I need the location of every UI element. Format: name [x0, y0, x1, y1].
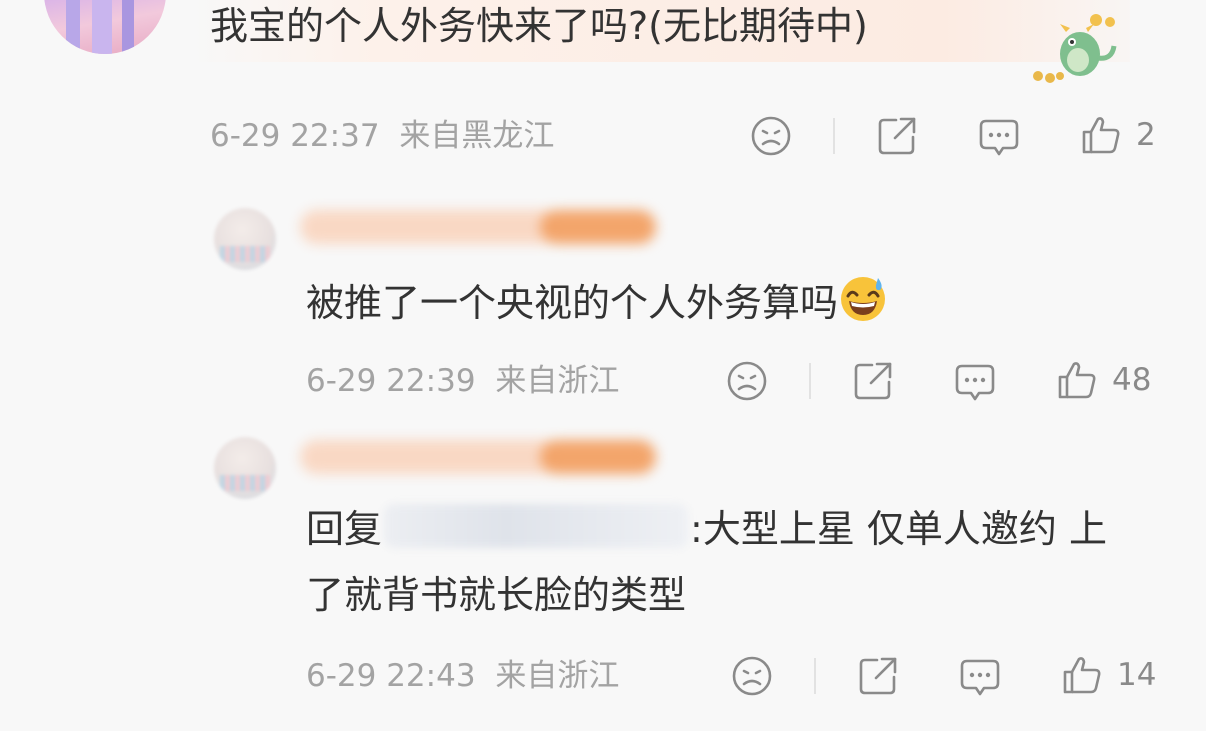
reply-content: :大型上星 仅单人邀约 上 — [690, 507, 1107, 551]
share-button[interactable] — [876, 115, 918, 157]
like-count: 2 — [1136, 117, 1156, 153]
comment-location: 来自黑龙江 — [399, 118, 555, 154]
sad-face-icon — [727, 361, 767, 401]
comment-text: 我宝的个人外务快来了吗?(无比期待中) — [210, 4, 868, 48]
reply-text-line2: 了就背书就长脸的类型 — [306, 573, 687, 617]
comment-button[interactable] — [978, 116, 1020, 158]
reply-time: 6-29 22:43 — [306, 658, 476, 694]
comment-button[interactable] — [959, 656, 1001, 698]
comment-icon — [955, 364, 995, 401]
comment-icon — [979, 119, 1019, 156]
thumbs-up-icon — [1063, 657, 1101, 694]
mention-masked[interactable] — [384, 504, 689, 548]
action-divider — [814, 658, 816, 694]
dislike-button[interactable] — [726, 360, 768, 402]
share-icon — [878, 117, 916, 155]
like-button[interactable]: 14 — [1061, 654, 1156, 696]
comment-time: 6-29 22:37 — [210, 118, 380, 154]
avatar[interactable] — [44, 0, 166, 54]
comment-meta: 6-29 22:37 来自黑龙江 — [210, 117, 554, 155]
reply-text: 回复 :大型上星 仅单人邀约 上 — [306, 504, 1107, 554]
comment-button[interactable] — [954, 361, 996, 403]
like-count: 48 — [1112, 362, 1152, 398]
reply-location: 来自浙江 — [495, 363, 620, 399]
like-button[interactable]: 48 — [1056, 359, 1151, 401]
share-button[interactable] — [852, 360, 894, 402]
reply-meta: 6-29 22:43 来自浙江 — [306, 657, 619, 695]
reply-meta: 6-29 22:39 来自浙江 — [306, 362, 619, 400]
reply-text: 被推了一个央视的个人外务算吗 — [306, 274, 888, 328]
reply-prefix: 回复 — [306, 507, 383, 551]
dislike-button[interactable] — [731, 655, 773, 697]
dragon-sticker-icon — [1033, 14, 1117, 83]
avatar[interactable] — [214, 208, 276, 270]
dislike-button[interactable] — [750, 115, 792, 157]
sad-face-icon — [732, 656, 772, 696]
reply-location: 来自浙江 — [495, 658, 620, 694]
comment-icon — [960, 659, 1000, 696]
comment-thread: 我宝的个人外务快来了吗?(无比期待中) 6-29 22:37 来自黑龙江 2 被… — [0, 0, 1206, 731]
share-button[interactable] — [857, 655, 899, 697]
avatar[interactable] — [214, 437, 276, 499]
action-divider — [809, 363, 811, 399]
thumbs-up-icon — [1082, 117, 1120, 154]
user-name-masked[interactable] — [300, 210, 656, 244]
thumbs-up-icon — [1058, 362, 1096, 399]
reply-time: 6-29 22:39 — [306, 363, 476, 399]
like-count: 14 — [1117, 657, 1157, 693]
grinning-sweat-emoji — [841, 277, 886, 321]
action-divider — [833, 118, 835, 154]
user-name-masked[interactable] — [300, 440, 656, 474]
share-icon — [854, 362, 892, 400]
share-icon — [859, 657, 897, 695]
like-button[interactable]: 2 — [1080, 114, 1156, 156]
sad-face-icon — [751, 116, 791, 156]
reply-content: 被推了一个央视的个人外务算吗 — [306, 281, 839, 325]
